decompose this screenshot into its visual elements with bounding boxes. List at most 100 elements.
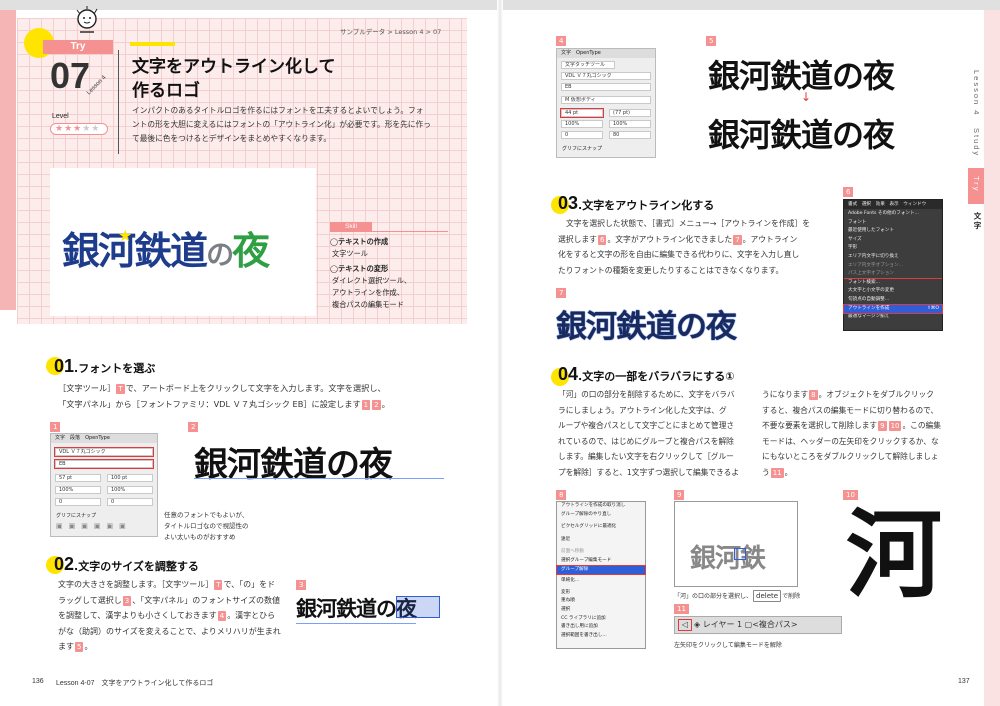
skill-item-sub: ダイレクト選択ツール、 — [332, 276, 412, 285]
menu-item[interactable]: 最近使用したフォント — [844, 227, 942, 236]
font-family-select[interactable]: VDL Ｖ７丸ゴシック — [561, 72, 651, 80]
layer-name: レイヤー 1 — [702, 620, 743, 629]
menu-item[interactable]: フォント検索... — [844, 279, 942, 288]
menu-item[interactable]: フォント — [844, 219, 942, 228]
figure-partial-text: 銀河鉄 — [690, 544, 766, 574]
context-menu-item[interactable]: CC ライブラリに追加 — [557, 615, 645, 624]
hero-logo: 銀河鉄道の夜 — [62, 220, 270, 275]
page-title-line2: 作るロゴ — [132, 81, 200, 101]
snap-buttons[interactable]: ▣▣▣▣▣▣ — [56, 522, 132, 530]
body-text: 。漢字とひら — [227, 611, 276, 620]
delete-key: delete — [753, 590, 782, 602]
skill-item-sub: 文字ツール — [332, 249, 368, 258]
tracking-input[interactable]: 0 — [107, 498, 153, 506]
section-number: 04 — [558, 364, 579, 384]
body-text: うになります — [762, 390, 809, 399]
context-menu-item[interactable]: グループ解除のやり直し — [557, 511, 645, 520]
context-menu-item[interactable]: 選択グループ編集モード — [557, 557, 645, 566]
lesson-number: 07 — [50, 55, 91, 96]
context-menu-item[interactable]: 単純化... — [557, 577, 645, 586]
font-weight-select[interactable]: EB — [54, 459, 154, 469]
back-arrow-icon[interactable]: ◁ — [678, 619, 692, 631]
font-weight-select[interactable]: EB — [561, 83, 651, 91]
figure-badge: 8 — [556, 490, 567, 500]
spine-gutter — [497, 0, 503, 706]
font-family-select[interactable]: VDL Ｖ７丸ゴシック — [54, 447, 154, 457]
context-menu-item-ungroup[interactable]: グループ解除 — [556, 564, 646, 576]
page-title-line1: 文字をアウトライン化して — [132, 57, 336, 77]
context-menu-item[interactable]: 変形 — [557, 589, 645, 598]
figure-badge: 1 — [50, 422, 61, 432]
font-size-input[interactable]: 57 pt — [55, 474, 101, 482]
menu-item[interactable]: 字形 — [844, 244, 942, 253]
tab-opentype[interactable]: OpenType — [576, 50, 601, 56]
menu-item[interactable]: Adobe Fonts その他のフォント... — [844, 210, 942, 219]
menu-window[interactable]: ウィンドウ — [903, 202, 926, 207]
menu-item[interactable]: 大文字と小文字の変更 — [844, 287, 942, 296]
context-menu-item[interactable]: 書き出し用に追加 — [557, 623, 645, 632]
section-heading: .文字をアウトライン化する — [578, 199, 715, 212]
layer-icon: ◈ — [694, 620, 703, 629]
body-text: ラにしましょう。アウトライン化した文字は、グ — [558, 405, 727, 415]
tracking-input[interactable]: 80 — [609, 131, 651, 139]
menu-item[interactable]: サイズ — [844, 236, 942, 245]
running-footer: Lesson 4-07 文字をアウトライン化して作るロゴ — [56, 680, 214, 687]
leading-input[interactable]: 100 pt — [107, 474, 153, 482]
menu-effect[interactable]: 効果 — [876, 202, 885, 207]
menu-view[interactable]: 表示 — [889, 202, 898, 207]
tab-paragraph[interactable]: 段落 — [70, 435, 80, 441]
menu-item[interactable]: 句読点の自動調整... — [844, 296, 942, 305]
kerning-input[interactable]: 0 — [55, 498, 101, 506]
page-number-right: 137 — [958, 678, 970, 685]
caption-text: で削除 — [782, 593, 801, 600]
menu-item-label: アウトラインを作成 — [848, 305, 890, 311]
kerning-input[interactable]: 0 — [561, 131, 603, 139]
side-tab-study: Study — [972, 128, 981, 158]
skill-item-title: ◯テキストの変形 — [330, 264, 389, 273]
figure-badge: 9 — [674, 490, 685, 500]
horizontal-scale-input[interactable]: 100% — [107, 486, 153, 494]
context-menu-item[interactable]: 選択 — [557, 606, 645, 615]
menu-item[interactable]: 最適なマージン揃え — [844, 313, 942, 322]
body-text: ［文字ツール］ — [58, 383, 116, 393]
ref-badge: 9 — [878, 421, 887, 431]
section-03-title: 03.文字をアウトライン化する — [558, 193, 714, 214]
menu-item[interactable]: エリア内文字オプション... — [844, 262, 942, 271]
vertical-scale-input[interactable]: 100% — [55, 486, 101, 494]
menu-type[interactable]: 書式 — [848, 202, 857, 207]
section-02-body: 文字の大きさを調整します。［文字ツール］ T で、「の」をド ラッグして選択し 3 、「… — [58, 580, 281, 652]
ref-badge: 2 — [372, 399, 381, 410]
menu-item-create-outlines[interactable]: アウトラインを作成 ⇧⌘O — [843, 303, 943, 315]
character-panel-2: 文字 OpenType 文字タッチツール VDL Ｖ７丸ゴシック EB M 仮想… — [556, 48, 656, 158]
figure-badge: 3 — [296, 580, 307, 590]
body-text: 文字の大きさを調整します。［文字ツール］ — [58, 580, 214, 589]
vertical-scale-input[interactable]: 100% — [561, 120, 603, 128]
context-menu-item[interactable]: 選択範囲を書き出し... — [557, 632, 645, 641]
menu-select[interactable]: 選択 — [862, 202, 871, 207]
context-menu-item[interactable]: 重ね順 — [557, 597, 645, 606]
star-icon: ★ — [118, 226, 133, 245]
context-menu-item[interactable]: 遠近 — [557, 536, 645, 545]
note-line: よい太いものがおすすめ — [164, 533, 236, 541]
tab-opentype[interactable]: OpenType — [85, 435, 110, 441]
tab-character[interactable]: 文字 — [561, 50, 571, 56]
context-menu: アウトラインを作成の取り消し グループ解除のやり直し ピクセルグリッドに最適化 … — [556, 501, 646, 649]
horizontal-scale-input[interactable]: 100% — [609, 120, 651, 128]
leading-input[interactable]: (77 pt) — [609, 109, 651, 117]
touch-type-button[interactable]: 文字タッチツール — [561, 61, 615, 69]
menu-item[interactable]: エリア内文字に切り換え — [844, 253, 942, 262]
menu-item[interactable]: パス上文字オプション — [844, 270, 942, 279]
body-text: します。編集したい文字を右クリックして［グルー — [558, 452, 734, 461]
section-number: 01 — [54, 356, 75, 376]
figure-outlined-text: 銀河鉄道の夜 — [556, 309, 737, 345]
menu-bar: 書式 選択 効果 表示 ウィンドウ — [844, 200, 942, 209]
context-menu-item[interactable]: アウトラインを作成の取り消し — [557, 502, 645, 511]
alignment-select[interactable]: M 仮想ボディ — [561, 96, 651, 104]
context-menu-item[interactable]: 前面へ移動 — [557, 548, 645, 557]
body-text: れているので、はじめにグループと複合パスを解除 — [558, 436, 734, 446]
context-menu-item[interactable]: ピクセルグリッドに最適化 — [557, 523, 645, 532]
tab-character[interactable]: 文字 — [55, 435, 65, 441]
star-empty-icon: ★★ — [82, 124, 101, 134]
font-size-input[interactable]: 44 pt — [560, 108, 604, 118]
body-text: 文字を選択した状態で、［書式］メニュー→［アウトラインを作成］を — [566, 219, 811, 228]
